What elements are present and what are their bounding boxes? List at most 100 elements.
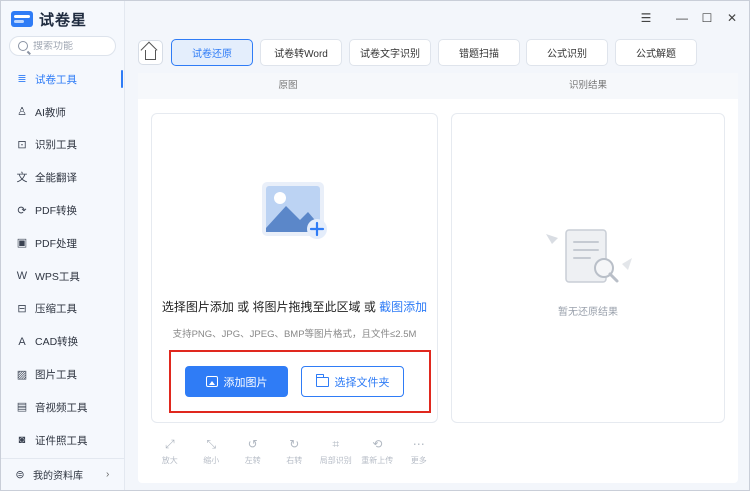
ai-teacher-icon: ♙: [17, 106, 27, 119]
image-placeholder-icon: [262, 182, 327, 239]
add-image-label: 添加图片: [223, 376, 268, 389]
sidebar-item-label: 试卷工具: [35, 73, 77, 86]
tool-label: 缩小: [203, 456, 220, 465]
maximize-icon[interactable]: ☐: [700, 11, 714, 25]
reupload-icon: ⟲: [372, 437, 383, 451]
tool-partial-recognize[interactable]: ⌗ 局部识别: [315, 436, 357, 472]
tool-rotate-right[interactable]: ↻ 右转: [274, 436, 316, 472]
sidebar-item-label: AI教师: [35, 106, 66, 119]
column-header-result: 识别结果: [438, 73, 738, 99]
screenshot-add-link[interactable]: 截图添加: [379, 300, 427, 314]
exam-icon: ≣: [17, 73, 27, 86]
sidebar-item-2[interactable]: ⊡ 识别工具: [1, 129, 125, 162]
search-icon: [18, 41, 28, 51]
compress-icon: ⊟: [17, 302, 27, 315]
sidebar-nav: ≣ 试卷工具 ♙ AI教师 ⊡ 识别工具文全能翻译 ⟳ PDF转换 ▣ PDF处理 W WPS工具 ⊟ 压…: [1, 63, 125, 457]
tool-label: 局部识别: [319, 456, 352, 465]
tool-zoom-out[interactable]: ⤡ 缩小: [191, 436, 233, 472]
search-input[interactable]: [33, 40, 103, 52]
cad-icon: A: [18, 335, 26, 348]
sidebar-item-3[interactable]: 文全能翻译: [1, 161, 125, 194]
tab-exam-restore[interactable]: 试卷还原: [171, 39, 253, 66]
tab-wrong-question-scan[interactable]: 错题扫描: [438, 39, 520, 66]
home-button[interactable]: [138, 40, 163, 65]
sidebar-item-7[interactable]: ⊟ 压缩工具: [1, 293, 125, 326]
result-panel: 暂无还原结果: [451, 113, 725, 423]
id-photo-icon: ◙: [18, 434, 26, 447]
image-tools-icon: ▨: [16, 368, 28, 381]
scan-icon: ⊡: [17, 138, 27, 151]
sidebar-item-9[interactable]: ▨ 图片工具: [1, 358, 125, 391]
sidebar-item-0[interactable]: ≣ 试卷工具: [1, 63, 125, 96]
main-content: 原图 识别结果 选择图片添加 或 将图片拖拽至此区域 或 截图添加 支持PNG、…: [138, 73, 738, 483]
sidebar-item-11[interactable]: ◙ 证件照工具: [1, 424, 125, 457]
sidebar-item-label: WPS工具: [35, 270, 80, 283]
partial-recognize-icon: ⌗: [332, 437, 340, 451]
close-icon[interactable]: ✕: [725, 11, 739, 25]
sidebar: 试卷星 ≣ 试卷工具 ♙ AI教师 ⊡ 识别工具文全能翻译 ⟳ PDF转换 ▣ PDF处理 W WPS…: [1, 1, 125, 490]
sidebar-item-label: CAD转换: [35, 336, 79, 349]
tool-label: 右转: [286, 456, 303, 465]
tab-formula-recognition[interactable]: 公式识别: [526, 39, 608, 66]
sidebar-item-4[interactable]: ⟳ PDF转换: [1, 194, 125, 227]
sidebar-item-label: 全能翻译: [35, 172, 77, 185]
image-toolbar: ⤢ 放大 ⤡ 缩小 ↺ 左转 ↻ 右转 ⌗ 局部识别 ⟲ 重新上传 ⋯ 更多: [149, 436, 440, 472]
add-image-button[interactable]: 添加图片: [185, 366, 288, 397]
tool-zoom-in[interactable]: ⤢ 放大: [149, 436, 191, 472]
menu-icon[interactable]: ☰: [639, 11, 653, 25]
chevron-right-icon: ›: [106, 469, 110, 480]
column-header-original: 原图: [138, 73, 438, 99]
tool-label: 放大: [161, 456, 178, 465]
search-box[interactable]: [9, 36, 116, 56]
my-library-label: 我的资料库: [33, 471, 83, 482]
tab-exam-to-word[interactable]: 试卷转Word: [260, 39, 342, 66]
media-icon: ▤: [16, 401, 28, 414]
translate-icon: 文: [16, 171, 28, 184]
upload-prompt-text: 选择图片添加 或 将图片拖拽至此区域 或: [161, 300, 380, 314]
minimize-icon[interactable]: —: [675, 11, 689, 25]
upload-dropzone[interactable]: 选择图片添加 或 将图片拖拽至此区域 或 截图添加 支持PNG、JPG、JPEG…: [151, 113, 438, 423]
sidebar-item-1[interactable]: ♙ AI教师: [1, 96, 125, 129]
sidebar-item-label: PDF转换: [35, 205, 77, 218]
sidebar-item-label: PDF处理: [35, 237, 77, 250]
tab-formula-solve[interactable]: 公式解题: [615, 39, 697, 66]
tool-label: 左转: [244, 456, 261, 465]
sidebar-item-5[interactable]: ▣ PDF处理: [1, 227, 125, 260]
pdf-process-icon: ▣: [16, 237, 28, 250]
sidebar-item-8[interactable]: A CAD转换: [1, 325, 125, 358]
choose-folder-label: 选择文件夹: [334, 376, 390, 389]
rotate-left-icon: ↺: [247, 437, 258, 451]
add-image-icon: [205, 376, 218, 387]
tab-exam-text-recognition[interactable]: 试卷文字识别: [349, 39, 431, 66]
tool-label: 重新上传: [361, 456, 394, 465]
empty-result-icon: [546, 229, 632, 283]
wps-icon: W: [16, 270, 28, 283]
empty-result-text: 暂无还原结果: [558, 307, 618, 318]
app-window: 试卷星 ≣ 试卷工具 ♙ AI教师 ⊡ 识别工具文全能翻译 ⟳ PDF转换 ▣ PDF处理 W WPS…: [0, 0, 750, 491]
choose-folder-button[interactable]: 选择文件夹: [301, 366, 404, 397]
library-icon: ⊜: [15, 468, 25, 481]
format-hint: 支持PNG、JPG、JPEG、BMP等图片格式，且文件≤2.5M: [172, 329, 417, 340]
more-icon: ⋯: [412, 437, 425, 451]
tool-label: 更多: [410, 456, 427, 465]
tool-reupload[interactable]: ⟲ 重新上传: [357, 436, 399, 472]
zoom-in-icon: ⤢: [164, 437, 175, 451]
tool-rotate-left[interactable]: ↺ 左转: [232, 436, 274, 472]
sidebar-item-label: 音视频工具: [35, 401, 88, 414]
zoom-out-icon: ⤡: [206, 437, 217, 451]
rotate-right-icon: ↻: [289, 437, 300, 451]
folder-icon: [315, 373, 329, 387]
sidebar-item-label: 压缩工具: [35, 303, 77, 316]
app-title: 试卷星: [39, 11, 88, 29]
logo-icon: [11, 11, 33, 27]
sidebar-item-6[interactable]: W WPS工具: [1, 260, 125, 293]
pdf-convert-icon: ⟳: [17, 204, 27, 217]
sidebar-item-label: 证件照工具: [35, 434, 88, 447]
upload-prompt: 选择图片添加 或 将图片拖拽至此区域 或 截图添加: [152, 298, 437, 315]
sidebar-item-label: 图片工具: [35, 369, 77, 382]
my-library-item[interactable]: ⊜ 我的资料库 ›: [1, 458, 124, 490]
app-logo: 试卷星: [11, 9, 87, 29]
tool-more[interactable]: ⋯ 更多: [398, 436, 440, 472]
sidebar-item-label: 识别工具: [35, 139, 77, 152]
sidebar-item-10[interactable]: ▤ 音视频工具: [1, 391, 125, 424]
